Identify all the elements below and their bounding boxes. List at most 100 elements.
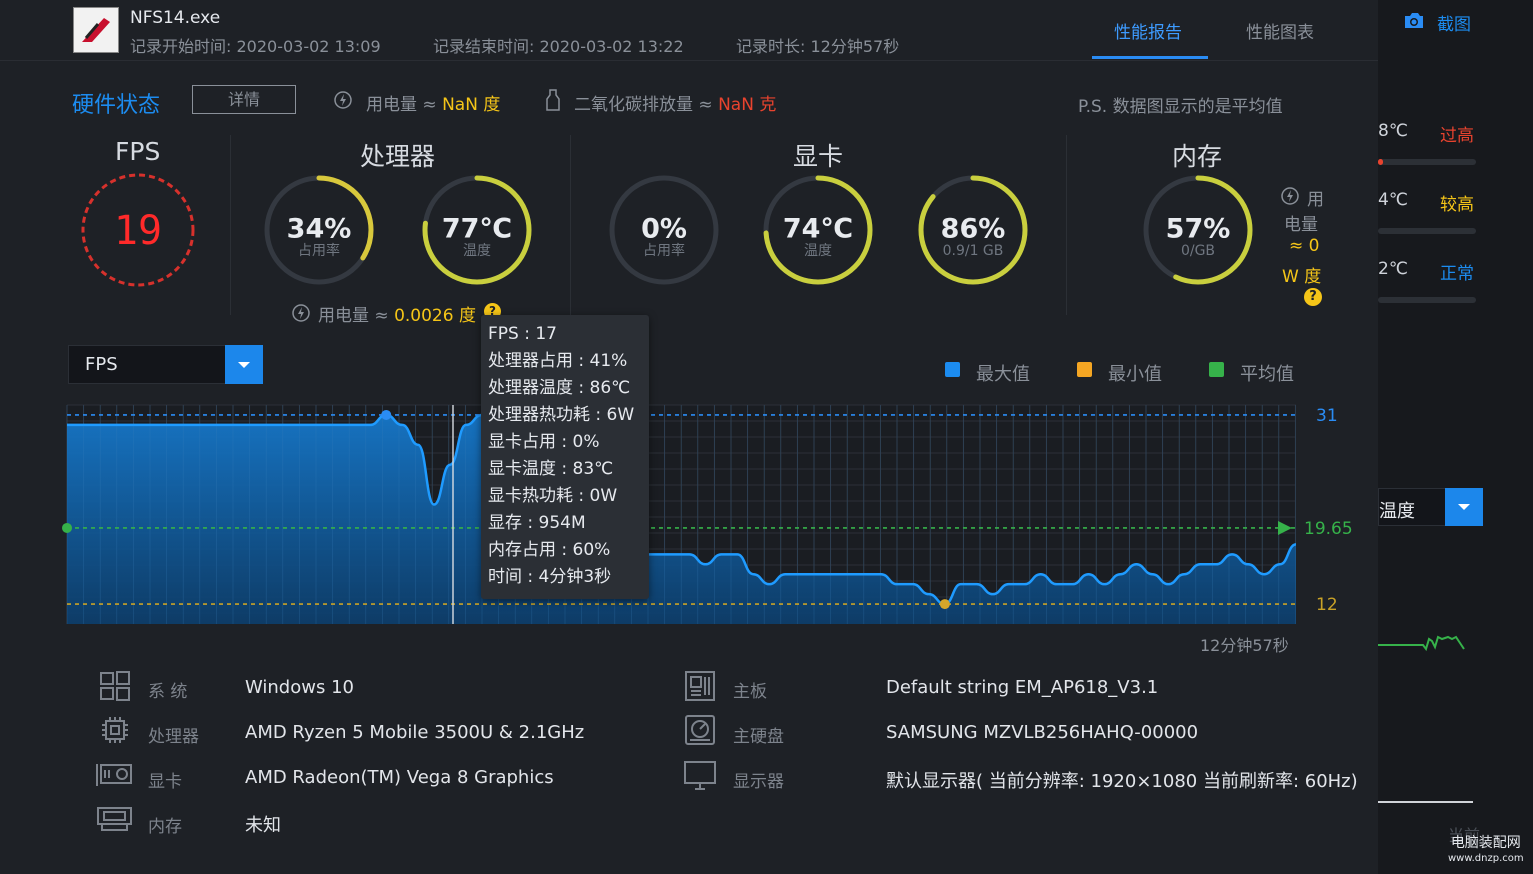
metric-dropdown-button[interactable] — [225, 345, 263, 384]
gpu-temp-label: 温度 — [804, 243, 832, 259]
memory-power-icon — [1280, 186, 1300, 210]
memory-power-line-1: 用 — [1307, 190, 1324, 210]
legend-avg-label: 平均值 — [1240, 364, 1294, 385]
monitor-value: 默认显示器( 当前分辨率: 1920×1080 当前刷新率: 60Hz) — [886, 771, 1358, 792]
co2-emission: 二氧化碳排放量 ≈ NaN 克 — [574, 90, 776, 115]
section-divider — [1066, 135, 1067, 315]
side-panel: 截图 8℃ 过高 4℃ 较高 2℃ 正常 温度 当前 电脑装配网 www.dnz… — [1378, 0, 1533, 874]
chart-avg-label: 19.65 — [1304, 519, 1353, 539]
legend-min-swatch — [1077, 362, 1092, 377]
tooltip-memory-usage: 内存占用 : 60% — [488, 540, 611, 560]
help-icon[interactable]: ? — [1304, 288, 1322, 306]
monitor-icon — [684, 761, 716, 790]
legend-min-label: 最小值 — [1108, 364, 1162, 385]
legend-max-label: 最大值 — [976, 364, 1030, 385]
gpu-vram-label: 0.9/1 GB — [943, 243, 1004, 259]
cpu-power-icon — [291, 303, 311, 327]
power-usage: 用电量 ≈ NaN 度 — [366, 90, 500, 115]
side-temp-sparkline — [1378, 635, 1465, 652]
avg-start-dot — [62, 522, 72, 533]
average-note: P.S. 数据图显示的是平均值 — [1078, 97, 1283, 117]
watermark: 电脑装配网 www.dnzp.com — [1448, 835, 1524, 867]
gpu-usage-gauge: 0% 占用率 — [609, 175, 719, 285]
temp-row-2-status: 较高 — [1440, 195, 1474, 215]
gpu-temp-value: 74℃ — [783, 214, 853, 245]
temp-row-3-value: 2℃ — [1378, 259, 1408, 279]
tab-performance-report[interactable]: 性能报告 — [1114, 18, 1182, 43]
cpu-usage-gauge: 34% 占用率 — [264, 175, 374, 285]
record-end: 记录结束时间: 2020-03-02 13:22 — [433, 37, 684, 56]
detail-button[interactable]: 详情 — [192, 85, 296, 114]
side-metric-dropdown-value: 温度 — [1379, 501, 1415, 522]
temp-row-1-value: 8℃ — [1378, 121, 1408, 141]
camera-icon[interactable] — [1403, 10, 1425, 30]
cpu-power-value: 0.0026 度 — [394, 306, 476, 326]
gpu-temp-gauge: 74℃ 温度 — [763, 175, 873, 285]
watermark-url: www.dnzp.com — [1448, 853, 1524, 864]
chart-min-label: 12 — [1316, 595, 1338, 615]
gpu-icon — [96, 764, 132, 786]
disk-value: SAMSUNG MZVLB256HAHQ-00000 — [886, 722, 1199, 743]
gpu-vram-gauge: 86% 0.9/1 GB — [918, 175, 1028, 285]
motherboard-icon — [685, 671, 715, 701]
max-point — [381, 409, 392, 420]
gpu-info-label: 显卡 — [148, 772, 182, 792]
disk-label: 主硬盘 — [733, 727, 784, 747]
cpu-title: 处理器 — [360, 142, 436, 171]
tooltip-vram: 显存 : 954M — [488, 513, 586, 533]
side-divider — [1378, 801, 1473, 803]
motherboard-label: 主板 — [733, 682, 767, 702]
section-divider — [230, 135, 231, 315]
cpu-temp-gauge: 77℃ 温度 — [422, 175, 532, 285]
gpu-title: 显卡 — [793, 142, 844, 171]
tooltip-cpu-temp: 处理器温度 : 86℃ — [488, 378, 631, 398]
windows-icon — [100, 671, 130, 701]
side-dropdown-button[interactable] — [1445, 488, 1483, 526]
tooltip-fps: FPS : 17 — [488, 324, 557, 344]
screenshot-button[interactable]: 截图 — [1437, 10, 1471, 35]
disk-icon — [685, 715, 715, 745]
hardware-status-title: 硬件状态 — [72, 93, 161, 118]
gpu-usage-label: 占用率 — [643, 242, 685, 259]
chevron-down-icon — [238, 362, 250, 368]
memory-usage-gauge: 57% 0/GB — [1143, 175, 1253, 285]
temp-row-1-bar-fill — [1378, 159, 1383, 165]
memory-power-line-3: ≈ 0 — [1289, 236, 1320, 256]
chevron-down-icon — [1458, 504, 1470, 510]
metric-dropdown-value: FPS — [85, 354, 118, 375]
tooltip-cpu-power: 处理器热功耗 : 6W — [488, 405, 635, 425]
cpu-temp-label: 温度 — [463, 243, 491, 259]
tooltip-cpu-usage: 处理器占用 : 41% — [488, 351, 628, 371]
tooltip-time: 时间 : 4分钟3秒 — [488, 567, 612, 587]
section-divider — [570, 135, 571, 315]
record-duration: 记录时长: 12分钟57秒 — [736, 37, 900, 56]
chart-max-label: 31 — [1316, 406, 1338, 426]
fps-title: FPS — [115, 137, 161, 166]
app-name: NFS14.exe — [130, 8, 221, 28]
cpu-icon — [102, 717, 128, 743]
system-label: 系 统 — [148, 682, 188, 702]
monitor-label: 显示器 — [733, 772, 784, 792]
temp-row-1-bar — [1378, 159, 1476, 165]
tooltip-gpu-temp: 显卡温度 : 83℃ — [488, 459, 614, 479]
fps-chart[interactable]: 31 19.65 12 — [0, 395, 1378, 630]
power-usage-value: NaN 度 — [442, 95, 501, 115]
chart-tooltip: FPS : 17 处理器占用 : 41% 处理器温度 : 86℃ 处理器热功耗 … — [481, 315, 649, 599]
cpu-info-value: AMD Ryzen 5 Mobile 3500U & 2.1GHz — [245, 722, 585, 743]
memory-power-line-2: 电量 — [1284, 215, 1318, 235]
memory-usage-value: 57% — [1166, 214, 1231, 245]
cpu-temp-value: 77℃ — [442, 214, 512, 245]
header-divider — [0, 60, 1378, 61]
tab-performance-chart[interactable]: 性能图表 — [1246, 18, 1314, 43]
memory-title: 内存 — [1172, 142, 1223, 171]
gpu-info-value: AMD Radeon(TM) Vega 8 Graphics — [245, 767, 554, 788]
memory-info-value: 未知 — [245, 815, 281, 836]
temp-row-2-bar — [1378, 228, 1476, 234]
memory-icon — [97, 807, 132, 831]
app-icon — [73, 7, 119, 53]
min-point — [939, 599, 950, 610]
temp-row-3-status: 正常 — [1440, 264, 1474, 284]
memory-info-label: 内存 — [148, 817, 182, 837]
temp-row-1-status: 过高 — [1440, 126, 1474, 146]
fps-gauge: 19 — [81, 173, 195, 287]
